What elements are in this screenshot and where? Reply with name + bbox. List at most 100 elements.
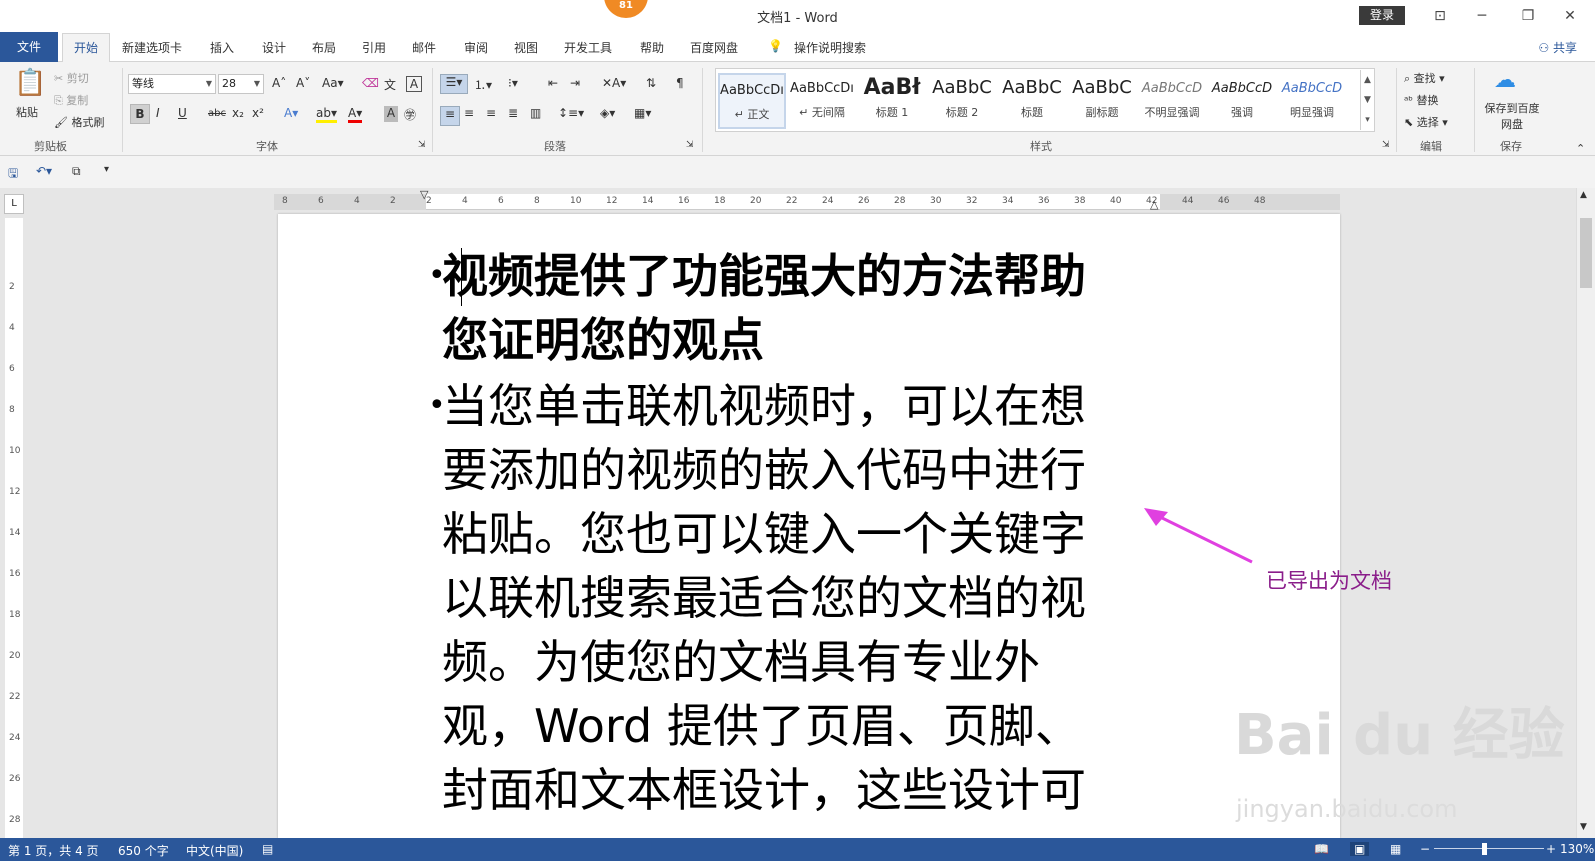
align-right-icon[interactable]: ≡ — [486, 106, 496, 120]
close-icon[interactable]: ✕ — [1550, 5, 1590, 27]
first-line-indent-marker[interactable]: ▽ — [420, 188, 428, 201]
word-count[interactable]: 650 个字 — [118, 842, 169, 859]
page-count[interactable]: 第 1 页，共 4 页 — [8, 842, 99, 859]
scroll-down-icon[interactable]: ▼ — [1580, 822, 1587, 832]
tell-me-search[interactable]: 操作说明搜索 — [794, 39, 866, 56]
paste-button[interactable]: 粘贴 — [16, 104, 38, 120]
cut-button[interactable]: ✂ 剪切 — [54, 70, 89, 86]
decrease-indent-icon[interactable]: ⇤ — [548, 76, 558, 90]
zoom-slider-thumb[interactable] — [1482, 843, 1487, 855]
style-subtitle[interactable]: AaBbC 副标题 — [1068, 73, 1136, 129]
font-color-icon[interactable]: A▾ — [348, 106, 363, 123]
paragraph-dialog-launcher-icon[interactable]: ⇲ — [686, 140, 694, 150]
font-size-combo[interactable]: 28 ▼ — [218, 74, 264, 94]
line-spacing-icon[interactable]: ↕≡▾ — [558, 106, 584, 120]
vertical-scrollbar[interactable]: ▲ ▼ — [1576, 188, 1595, 838]
increase-indent-icon[interactable]: ⇥ — [570, 76, 580, 90]
subscript-button[interactable]: x₂ — [232, 106, 244, 120]
strikethrough-button[interactable]: abc — [208, 108, 226, 119]
shrink-font-icon[interactable]: A˅ — [296, 76, 310, 90]
macro-record-icon[interactable]: ▤ — [262, 842, 273, 856]
touch-mode-icon[interactable]: ⧉ — [72, 164, 81, 179]
undo-icon[interactable]: ↶▾ — [36, 164, 52, 178]
italic-button[interactable]: I — [156, 106, 160, 120]
replace-button[interactable]: ᵃᵇ 替换 — [1404, 92, 1439, 108]
tab-insert[interactable]: 插入 — [210, 39, 234, 56]
justify-icon[interactable]: ≣ — [508, 106, 518, 120]
restore-icon[interactable]: ❐ — [1508, 5, 1548, 27]
text-effects-icon[interactable]: A▾ — [284, 106, 298, 120]
clear-format-icon[interactable]: ⌫ — [362, 76, 379, 90]
distribute-icon[interactable]: ▥ — [530, 106, 541, 120]
tab-baidu-pan[interactable]: 百度网盘 — [690, 39, 738, 56]
bullet-paragraph-2[interactable]: 当您单击联机视频时，可以在想 要添加的视频的嵌入代码中进行 粘贴。您也可以键入一… — [442, 374, 1152, 822]
underline-button[interactable]: U — [178, 106, 187, 120]
gallery-up-icon[interactable]: ▲ — [1360, 70, 1374, 90]
web-layout-icon[interactable]: ▦ — [1390, 842, 1401, 856]
save-icon[interactable]: 🖫 — [8, 164, 18, 185]
numbering-icon[interactable]: ⒈▾ — [474, 76, 492, 93]
align-center-icon[interactable]: ≡ — [464, 106, 474, 120]
tab-layout[interactable]: 布局 — [312, 39, 336, 56]
char-border-icon[interactable]: A — [406, 76, 422, 92]
borders-icon[interactable]: ▦▾ — [634, 106, 651, 120]
zoom-slider[interactable] — [1434, 848, 1544, 849]
tab-developer[interactable]: 开发工具 — [564, 39, 612, 56]
language-indicator[interactable]: 中文(中国) — [186, 842, 243, 859]
tab-new[interactable]: 新建选项卡 — [122, 39, 182, 56]
tab-references[interactable]: 引用 — [362, 39, 386, 56]
phonetic-icon[interactable]: 文 — [384, 76, 396, 93]
tab-design[interactable]: 设计 — [262, 39, 286, 56]
save-to-baidu-button[interactable]: 保存到百度网盘 — [1480, 100, 1544, 132]
style-heading-1[interactable]: AaBł 标题 1 — [858, 73, 926, 129]
superscript-button[interactable]: x² — [252, 106, 264, 120]
style-emphasis[interactable]: AaBbCcD 强调 — [1208, 73, 1276, 129]
print-layout-icon[interactable]: ▣ — [1350, 842, 1370, 856]
zoom-out-icon[interactable]: − — [1420, 842, 1430, 856]
enclose-char-icon[interactable]: ㊫ — [404, 106, 416, 123]
format-painter-button[interactable]: 🖌 格式刷 — [54, 114, 104, 130]
chinese-layout-icon[interactable]: ✕A▾ — [602, 76, 626, 90]
paste-icon[interactable]: 📋 — [14, 68, 46, 102]
share-button[interactable]: ⚇ 共享 — [1538, 39, 1577, 56]
align-left-icon[interactable]: ≡ — [440, 106, 460, 126]
tab-mailings[interactable]: 邮件 — [412, 39, 436, 56]
copy-button[interactable]: ⎘ 复制 — [54, 92, 88, 108]
sort-icon[interactable]: ⇅ — [646, 76, 656, 90]
style-no-spacing[interactable]: AaBbCcDı ↵ 无间隔 — [788, 73, 856, 129]
collapse-ribbon-icon[interactable]: ⌃ — [1576, 142, 1585, 155]
tab-review[interactable]: 审阅 — [464, 39, 488, 56]
ribbon-display-icon[interactable]: ⊡ — [1420, 5, 1460, 27]
style-title[interactable]: AaBbC 标题 — [998, 73, 1066, 129]
tab-file[interactable]: 文件 — [0, 32, 58, 62]
tab-help[interactable]: 帮助 — [640, 39, 664, 56]
style-subtle-emphasis[interactable]: AaBbCcD 不明显强调 — [1138, 73, 1206, 129]
bold-button[interactable]: B — [130, 104, 150, 124]
baidu-cloud-icon[interactable]: ☁ — [1494, 68, 1516, 93]
tab-selector-icon[interactable]: L — [4, 194, 24, 214]
find-button[interactable]: ⌕ 查找 ▾ — [1404, 70, 1445, 86]
font-name-combo[interactable]: 等线 ▼ — [128, 74, 216, 94]
gallery-more-icon[interactable]: ▾ — [1360, 110, 1374, 130]
tab-view[interactable]: 视图 — [514, 39, 538, 56]
styles-dialog-launcher-icon[interactable]: ⇲ — [1382, 140, 1390, 150]
bullets-icon[interactable]: ☰▾ — [440, 74, 468, 94]
right-indent-marker[interactable]: △ — [1150, 198, 1158, 211]
style-heading-2[interactable]: AaBbC 标题 2 — [928, 73, 996, 129]
login-button[interactable]: 登录 — [1359, 6, 1405, 25]
zoom-level[interactable]: 130% — [1560, 842, 1594, 856]
scroll-up-icon[interactable]: ▲ — [1580, 190, 1587, 200]
font-dialog-launcher-icon[interactable]: ⇲ — [418, 140, 426, 150]
customize-qat-icon[interactable]: ▾ — [104, 164, 109, 175]
highlight-icon[interactable]: ab▾ — [316, 106, 337, 123]
zoom-in-icon[interactable]: + — [1546, 842, 1556, 856]
bullet-paragraph-1[interactable]: 视频提供了功能强大的方法帮助 您证明您的观点 — [442, 244, 1152, 372]
style-intense-emphasis[interactable]: AaBbCcD 明显强调 — [1278, 73, 1346, 129]
tab-home[interactable]: 开始 — [62, 33, 110, 62]
select-button[interactable]: ⬉ 选择 ▾ — [1404, 114, 1448, 130]
grow-font-icon[interactable]: A˄ — [272, 76, 286, 90]
change-case-icon[interactable]: Aa▾ — [322, 76, 344, 90]
show-marks-icon[interactable]: ¶ — [676, 76, 684, 90]
shading-icon[interactable]: ◈▾ — [600, 106, 615, 120]
gallery-down-icon[interactable]: ▼ — [1360, 90, 1374, 110]
